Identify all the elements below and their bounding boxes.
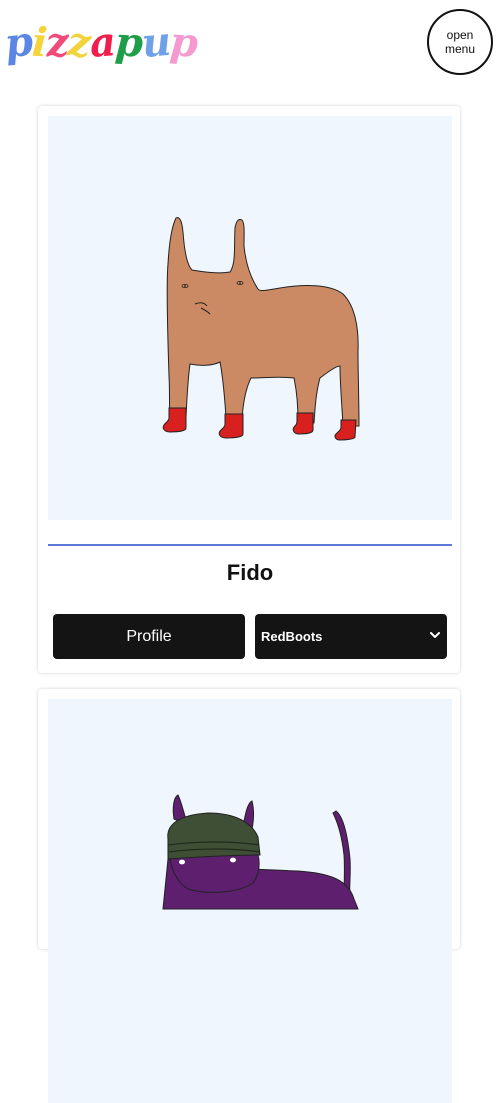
open-menu-button[interactable]: open menu	[427, 9, 493, 75]
pet-card: Fido Profile RedBoots	[38, 106, 460, 673]
outfit-select-value: RedBoots	[261, 629, 323, 644]
pizza-pup-logo[interactable]: pizzapup	[3, 17, 199, 68]
pet-image	[48, 699, 452, 1103]
purple-dog-with-beanie-icon	[48, 699, 452, 1103]
tan-dog-with-red-boots-icon	[48, 116, 452, 520]
header: pizzapup open menu	[0, 0, 500, 90]
logo-letter: p	[168, 18, 199, 67]
logo-letter: u	[139, 17, 172, 68]
pet-image	[48, 116, 452, 520]
outfit-select[interactable]: RedBoots	[255, 614, 447, 659]
logo-letter: p	[113, 18, 143, 67]
pet-card	[38, 689, 460, 1103]
logo-letter: a	[87, 18, 117, 67]
open-menu-label: open menu	[444, 28, 476, 56]
chevron-down-icon	[430, 632, 440, 638]
profile-button[interactable]: Profile	[53, 614, 245, 659]
pet-name: Fido	[226, 560, 274, 585]
card-divider	[48, 544, 452, 546]
